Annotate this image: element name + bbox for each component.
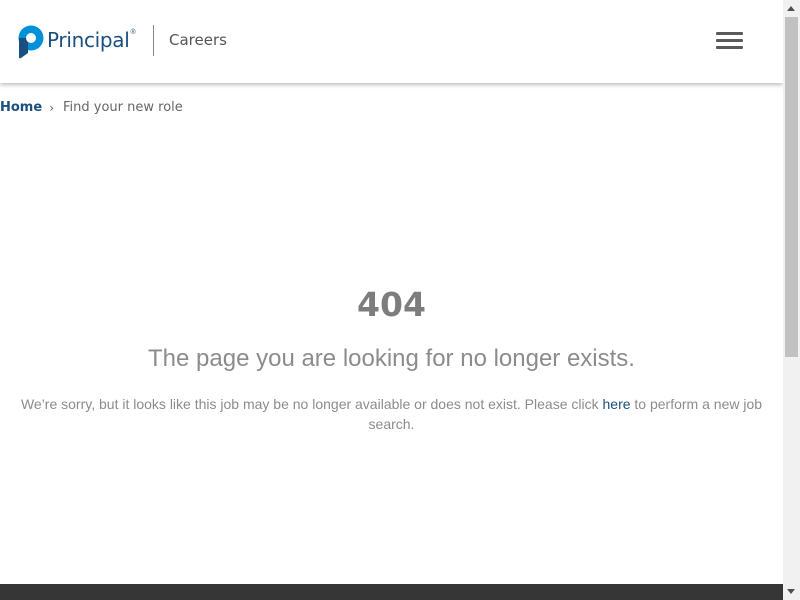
hamburger-menu-icon[interactable] [716, 31, 743, 51]
scrollbar-thumb[interactable] [785, 17, 798, 357]
error-message-start: We’re sorry, but it looks like this job … [20, 396, 603, 412]
brand-registered-mark: ® [130, 28, 136, 36]
menu-bar [716, 32, 743, 35]
scroll-up-arrow-icon[interactable] [783, 0, 800, 17]
page-viewport: Principal ® Careers Home › Find your new… [0, 0, 783, 600]
site-header: Principal ® Careers [0, 0, 783, 83]
breadcrumb: Home › Find your new role [0, 100, 183, 115]
section-title: Careers [169, 31, 227, 49]
error-message: We’re sorry, but it looks like this job … [17, 394, 767, 434]
vertical-scrollbar[interactable] [783, 0, 800, 600]
breadcrumb-current: Find your new role [63, 100, 183, 115]
header-divider [153, 25, 154, 56]
error-title: The page you are looking for no longer e… [148, 345, 635, 372]
breadcrumb-home-link[interactable]: Home [0, 100, 42, 115]
brand-logo-link[interactable]: Principal ® [15, 25, 136, 59]
brand-name: Principal [47, 28, 130, 52]
scroll-down-arrow-icon[interactable] [783, 583, 800, 600]
error-code: 404 [357, 285, 426, 324]
new-search-link[interactable]: here [603, 396, 631, 412]
footer-band [0, 584, 783, 600]
principal-logo-mark-icon [18, 25, 44, 59]
error-content: 404 The page you are looking for no long… [0, 283, 783, 434]
chevron-right-icon: › [49, 100, 54, 115]
menu-bar [716, 39, 743, 42]
menu-bar [716, 46, 743, 49]
